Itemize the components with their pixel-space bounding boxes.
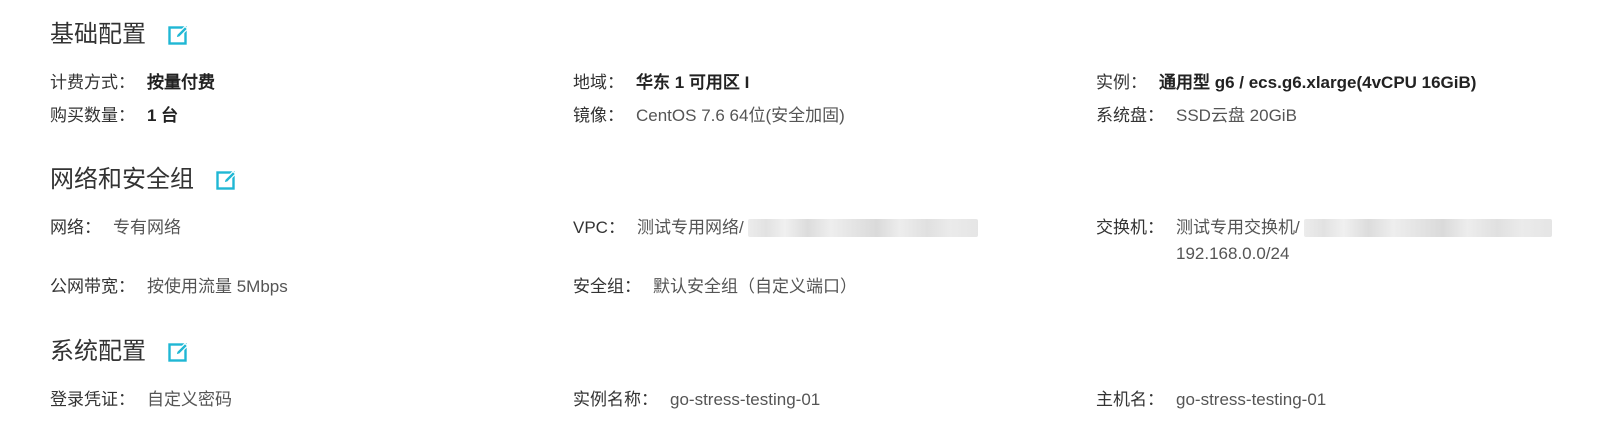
field-instance: 实例： 通用型 g6 / ecs.g6.xlarge(4vCPU 16GiB) xyxy=(1096,70,1476,96)
switch-value: 测试专用交换机/ xyxy=(1176,218,1300,237)
disk-label: 系统盘： xyxy=(1096,106,1164,125)
field-hostname: 主机名： go-stress-testing-01 xyxy=(1096,387,1326,413)
login-value: 自定义密码 xyxy=(147,390,232,409)
field-system-disk: 系统盘： SSD云盘 20GiB xyxy=(1096,103,1297,129)
login-label: 登录凭证： xyxy=(50,390,135,409)
vpc-label: VPC： xyxy=(573,218,625,237)
network-label: 网络： xyxy=(50,218,101,237)
redacted-vpc-id xyxy=(747,219,978,237)
disk-value: SSD云盘 20GiB xyxy=(1176,106,1297,125)
section-basic: 基础配置 xyxy=(50,23,190,47)
field-security-group: 安全组： 默认安全组（自定义端口） xyxy=(573,274,857,300)
vpc-value: 测试专用网络/ xyxy=(636,218,744,237)
bandwidth-label: 公网带宽： xyxy=(50,277,135,296)
region-label: 地域： xyxy=(573,73,624,92)
order-summary: 基础配置 计费方式： 按量付费 地域： 华东 1 可用区 I 实例： 通用型 g… xyxy=(0,0,1620,438)
switch-cidr: 192.168.0.0/24 xyxy=(1176,244,1290,263)
instance-name-label: 实例名称： xyxy=(573,390,658,409)
section-network-title: 网络和安全组 xyxy=(50,166,194,193)
security-group-label: 安全组： xyxy=(573,277,641,296)
hostname-label: 主机名： xyxy=(1096,390,1164,409)
security-group-value: 默认安全组（自定义端口） xyxy=(653,277,857,296)
section-system: 系统配置 xyxy=(50,340,190,364)
billing-label: 计费方式： xyxy=(50,73,135,92)
field-image: 镜像： CentOS 7.6 64位(安全加固) xyxy=(573,103,845,129)
field-bandwidth: 公网带宽： 按使用流量 5Mbps xyxy=(50,274,288,300)
field-login: 登录凭证： 自定义密码 xyxy=(50,387,232,413)
edit-icon[interactable] xyxy=(168,341,190,363)
bandwidth-value: 按使用流量 5Mbps xyxy=(147,277,288,296)
edit-icon[interactable] xyxy=(168,24,190,46)
field-quantity: 购买数量： 1 台 xyxy=(50,103,178,129)
network-value: 专有网络 xyxy=(113,218,181,237)
image-label: 镜像： xyxy=(573,106,624,125)
section-network: 网络和安全组 xyxy=(50,168,238,192)
field-region: 地域： 华东 1 可用区 I xyxy=(573,70,749,96)
field-billing: 计费方式： 按量付费 xyxy=(50,70,215,96)
redacted-switch-id xyxy=(1303,219,1552,237)
hostname-value: go-stress-testing-01 xyxy=(1176,390,1327,409)
region-value: 华东 1 可用区 I xyxy=(636,73,750,92)
section-system-title: 系统配置 xyxy=(50,338,146,365)
instance-name-value: go-stress-testing-01 xyxy=(670,390,821,409)
instance-value: 通用型 g6 / ecs.g6.xlarge(4vCPU 16GiB) xyxy=(1159,73,1477,92)
quantity-label: 购买数量： xyxy=(50,106,135,125)
switch-label: 交换机： xyxy=(1096,218,1164,237)
field-switch: 交换机： 测试专用交换机/ 192.168.0.0/24 xyxy=(1096,215,1552,267)
field-vpc: VPC： 测试专用网络/ xyxy=(573,215,978,241)
field-network: 网络： 专有网络 xyxy=(50,215,181,241)
image-value: CentOS 7.6 64位(安全加固) xyxy=(636,106,845,125)
edit-icon[interactable] xyxy=(216,169,238,191)
section-basic-title: 基础配置 xyxy=(50,21,146,48)
billing-value: 按量付费 xyxy=(147,73,215,92)
field-instance-name: 实例名称： go-stress-testing-01 xyxy=(573,387,820,413)
instance-label: 实例： xyxy=(1096,73,1147,92)
quantity-value: 1 台 xyxy=(147,106,179,125)
